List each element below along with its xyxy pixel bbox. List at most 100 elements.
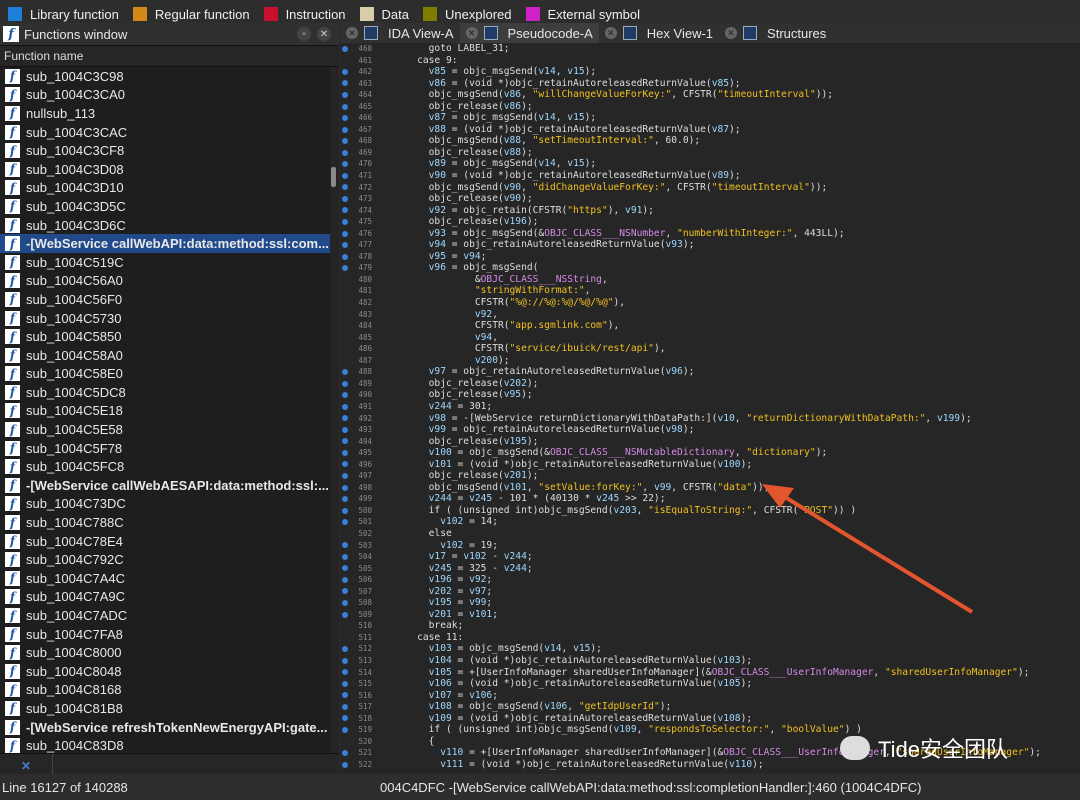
- code-line[interactable]: 512 v103 = objc_msgSend(v14, v15);: [340, 643, 1080, 655]
- breakpoint-marker-icon[interactable]: [340, 55, 350, 67]
- breakpoint-marker-icon[interactable]: [340, 101, 350, 113]
- breakpoint-marker-icon[interactable]: [340, 493, 350, 505]
- code-line[interactable]: 516 v107 = v106;: [340, 690, 1080, 702]
- function-list-item[interactable]: f sub_1004C3D5C: [0, 197, 330, 216]
- function-list-item[interactable]: f sub_1004C78E4: [0, 532, 330, 551]
- code-line[interactable]: 484 CFSTR("app.sgmlink.com"),: [340, 320, 1080, 332]
- function-list-item[interactable]: f sub_1004C3CAC: [0, 123, 330, 142]
- function-list-item[interactable]: f sub_1004C7ADC: [0, 606, 330, 625]
- scroll-thumb[interactable]: [331, 167, 336, 187]
- breakpoint-marker-icon[interactable]: [340, 632, 350, 644]
- function-name-column-header[interactable]: Function name: [0, 46, 339, 67]
- close-tab-icon[interactable]: ✕: [465, 27, 478, 39]
- code-line[interactable]: 518 v109 = (void *)objc_retainAutoreleas…: [340, 713, 1080, 725]
- breakpoint-marker-icon[interactable]: [340, 516, 350, 528]
- function-list-item[interactable]: f sub_1004C5730: [0, 309, 330, 328]
- code-line[interactable]: 509 v201 = v101;: [340, 609, 1080, 621]
- code-line[interactable]: 477 v94 = objc_retainAutoreleasedReturnV…: [340, 239, 1080, 251]
- breakpoint-marker-icon[interactable]: [340, 193, 350, 205]
- breakpoint-marker-icon[interactable]: [340, 424, 350, 436]
- breakpoint-marker-icon[interactable]: [340, 551, 350, 563]
- breakpoint-marker-icon[interactable]: [340, 285, 350, 297]
- code-line[interactable]: 502 else: [340, 528, 1080, 540]
- function-list-item[interactable]: f sub_1004C56F0: [0, 290, 330, 309]
- code-line[interactable]: 462 v85 = objc_msgSend(v14, v15);: [340, 66, 1080, 78]
- breakpoint-marker-icon[interactable]: [340, 170, 350, 182]
- code-line[interactable]: 492 v98 = -[WebService returnDictionaryW…: [340, 413, 1080, 425]
- close-window-icon[interactable]: ✕: [317, 27, 331, 41]
- code-line[interactable]: 471 v90 = (void *)objc_retainAutorelease…: [340, 170, 1080, 182]
- breakpoint-marker-icon[interactable]: [340, 366, 350, 378]
- code-line[interactable]: 488 v97 = objc_retainAutoreleasedReturnV…: [340, 366, 1080, 378]
- breakpoint-marker-icon[interactable]: [340, 43, 350, 55]
- breakpoint-marker-icon[interactable]: [340, 228, 350, 240]
- breakpoint-marker-icon[interactable]: [340, 736, 350, 748]
- code-line[interactable]: 485 v94,: [340, 332, 1080, 344]
- code-line[interactable]: 486 CFSTR("service/ibuick/rest/api"),: [340, 343, 1080, 355]
- function-list-item[interactable]: f sub_1004C7A4C: [0, 569, 330, 588]
- function-list-item[interactable]: f sub_1004C8000: [0, 643, 330, 662]
- breakpoint-marker-icon[interactable]: [340, 678, 350, 690]
- tab-ida-view-a[interactable]: ✕ IDA View-A: [340, 23, 460, 43]
- breakpoint-marker-icon[interactable]: [340, 112, 350, 124]
- function-list-item[interactable]: f sub_1004C56A0: [0, 272, 330, 291]
- breakpoint-marker-icon[interactable]: [340, 563, 350, 575]
- code-line[interactable]: 514 v105 = +[UserInfoManager sharedUserI…: [340, 667, 1080, 679]
- close-tab-icon[interactable]: ✕: [725, 27, 738, 39]
- code-line[interactable]: 466 v87 = objc_msgSend(v14, v15);: [340, 112, 1080, 124]
- function-list-scrollbar[interactable]: [330, 67, 339, 767]
- code-line[interactable]: 517 v108 = objc_msgSend(v106, "getIdpUse…: [340, 701, 1080, 713]
- breakpoint-marker-icon[interactable]: [340, 540, 350, 552]
- function-list-item[interactable]: f sub_1004C519C: [0, 253, 330, 272]
- breakpoint-marker-icon[interactable]: [340, 747, 350, 759]
- breakpoint-marker-icon[interactable]: [340, 459, 350, 471]
- code-line[interactable]: 474 v92 = objc_retain(CFSTR("https"), v9…: [340, 205, 1080, 217]
- code-line[interactable]: 483 v92,: [340, 309, 1080, 321]
- function-list-item[interactable]: f sub_1004C3D08: [0, 160, 330, 179]
- function-list-item[interactable]: f -[WebService callWebAPI:data:method:ssl…: [0, 234, 330, 253]
- function-list-item[interactable]: f sub_1004C5F78: [0, 439, 330, 458]
- breakpoint-marker-icon[interactable]: [340, 135, 350, 147]
- breakpoint-marker-icon[interactable]: [340, 609, 350, 621]
- function-list-item[interactable]: f sub_1004C5E58: [0, 420, 330, 439]
- breakpoint-marker-icon[interactable]: [340, 759, 350, 771]
- breakpoint-marker-icon[interactable]: [340, 239, 350, 251]
- breakpoint-marker-icon[interactable]: [340, 586, 350, 598]
- code-line[interactable]: 468 objc_msgSend(v88, "setTimeoutInterva…: [340, 135, 1080, 147]
- restore-window-icon[interactable]: ▫: [297, 27, 311, 41]
- breakpoint-marker-icon[interactable]: [340, 620, 350, 632]
- code-line[interactable]: 461 case 9:: [340, 55, 1080, 67]
- code-line[interactable]: 508 v195 = v99;: [340, 597, 1080, 609]
- breakpoint-marker-icon[interactable]: [340, 297, 350, 309]
- breakpoint-marker-icon[interactable]: [340, 355, 350, 367]
- breakpoint-marker-icon[interactable]: [340, 401, 350, 413]
- function-list-item[interactable]: f sub_1004C3D10: [0, 179, 330, 198]
- code-line[interactable]: 500 if ( (unsigned int)objc_msgSend(v203…: [340, 505, 1080, 517]
- code-line[interactable]: 513 v104 = (void *)objc_retainAutoreleas…: [340, 655, 1080, 667]
- code-line[interactable]: 475 objc_release(v196);: [340, 216, 1080, 228]
- tab-pseudocode-a[interactable]: ✕ Pseudocode-A: [459, 23, 599, 43]
- breakpoint-marker-icon[interactable]: [340, 320, 350, 332]
- function-list-item[interactable]: f sub_1004C5E18: [0, 402, 330, 421]
- code-line[interactable]: 480 &OBJC_CLASS___NSString,: [340, 274, 1080, 286]
- breakpoint-marker-icon[interactable]: [340, 78, 350, 90]
- breakpoint-marker-icon[interactable]: [340, 216, 350, 228]
- code-line[interactable]: 460 goto LABEL_31;: [340, 43, 1080, 55]
- function-list-item[interactable]: f sub_1004C7FA8: [0, 625, 330, 644]
- code-line[interactable]: 504 v17 = v102 - v244;: [340, 551, 1080, 563]
- pseudocode-view[interactable]: 460 goto LABEL_31; 461 case 9: 462 v85 = o…: [340, 43, 1080, 774]
- breakpoint-marker-icon[interactable]: [340, 447, 350, 459]
- code-line[interactable]: 491 v244 = 301;: [340, 401, 1080, 413]
- function-list-item[interactable]: f sub_1004C58E0: [0, 365, 330, 384]
- breakpoint-marker-icon[interactable]: [340, 205, 350, 217]
- code-line[interactable]: 497 objc_release(v201);: [340, 470, 1080, 482]
- breakpoint-marker-icon[interactable]: [340, 701, 350, 713]
- breakpoint-marker-icon[interactable]: [340, 413, 350, 425]
- function-list-item[interactable]: f sub_1004C73DC: [0, 495, 330, 514]
- breakpoint-marker-icon[interactable]: [340, 597, 350, 609]
- function-list-item[interactable]: f nullsub_113: [0, 104, 330, 123]
- code-line[interactable]: 510 break;: [340, 620, 1080, 632]
- function-list-item[interactable]: f sub_1004C3C98: [0, 67, 330, 86]
- code-line[interactable]: 505 v245 = 325 - v244;: [340, 563, 1080, 575]
- breakpoint-marker-icon[interactable]: [340, 713, 350, 725]
